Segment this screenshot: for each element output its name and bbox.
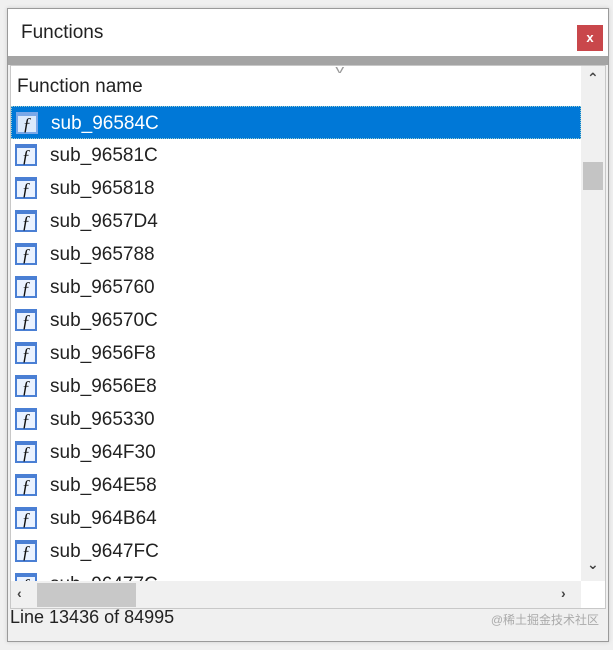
list-item[interactable]: ƒ sub_9657D4 [11, 205, 581, 238]
list-item[interactable]: ƒ sub_965788 [11, 238, 581, 271]
function-icon: ƒ [15, 540, 37, 562]
function-name: sub_9647FC [50, 541, 159, 562]
function-icon: ƒ [15, 177, 37, 199]
function-name: sub_965818 [50, 178, 155, 199]
function-list[interactable]: v Function name ƒ sub_96584C ƒ sub_96581C ƒ s… [10, 65, 606, 609]
close-button[interactable]: x [577, 25, 603, 51]
scroll-down-icon[interactable]: ⌄ [587, 556, 599, 573]
list-item[interactable]: ƒ sub_964F30 [11, 436, 581, 469]
function-icon: ƒ [15, 507, 37, 529]
scroll-right-icon[interactable]: › [561, 585, 566, 601]
function-icon: ƒ [15, 573, 37, 581]
list-item[interactable]: ƒ sub_9647FC [11, 535, 581, 568]
function-icon: ƒ [15, 243, 37, 265]
list-item[interactable]: ƒ sub_964B64 [11, 502, 581, 535]
function-icon: ƒ [15, 309, 37, 331]
function-name: sub_964B64 [50, 508, 157, 529]
function-icon: ƒ [15, 408, 37, 430]
function-name: sub_9656F8 [50, 343, 156, 364]
list-item[interactable]: ƒ sub_96570C [11, 304, 581, 337]
function-name: sub_964F30 [50, 442, 156, 463]
column-header-function-name[interactable]: Function name [17, 76, 143, 98]
title-bar: Functions x [8, 9, 608, 56]
function-icon: ƒ [15, 276, 37, 298]
list-item[interactable]: ƒ sub_96477C [11, 568, 581, 581]
list-item[interactable]: ƒ sub_965818 [11, 172, 581, 205]
functions-window: Functions x v Function name ƒ sub_96584C ƒ… [7, 8, 609, 642]
sort-chevron-icon[interactable]: v [335, 66, 344, 76]
horizontal-scroll-thumb[interactable] [37, 583, 136, 607]
list-item[interactable]: ƒ sub_9656E8 [11, 370, 581, 403]
list-item[interactable]: ƒ sub_964E58 [11, 469, 581, 502]
function-icon: ƒ [15, 210, 37, 232]
scroll-left-icon[interactable]: ‹ [17, 585, 22, 601]
list-item[interactable]: ƒ sub_9656F8 [11, 337, 581, 370]
status-line: Line 13436 of 84995 [10, 607, 175, 627]
function-name: sub_965330 [50, 409, 155, 430]
vertical-scroll-thumb[interactable] [583, 162, 603, 190]
list-item[interactable]: ƒ sub_965330 [11, 403, 581, 436]
function-icon: ƒ [15, 441, 37, 463]
scroll-up-icon[interactable]: ⌃ [587, 70, 599, 87]
function-name: sub_964E58 [50, 475, 157, 496]
watermark: @稀土掘金技术社区 [490, 613, 599, 627]
function-icon: ƒ [15, 144, 37, 166]
function-name: sub_965760 [50, 277, 155, 298]
function-name: sub_96584C [51, 113, 159, 134]
list-item[interactable]: ƒ sub_96584C [11, 106, 581, 139]
horizontal-scrollbar[interactable]: ‹ › [11, 581, 581, 608]
divider [8, 56, 608, 65]
function-icon: ƒ [15, 375, 37, 397]
function-name: sub_9656E8 [50, 376, 157, 397]
function-icon: ƒ [16, 112, 38, 134]
list-item[interactable]: ƒ sub_96581C [11, 139, 581, 172]
list-item[interactable]: ƒ sub_965760 [11, 271, 581, 304]
list-rows: ƒ sub_96584C ƒ sub_96581C ƒ sub_965818 ƒ sub_96… [11, 106, 581, 581]
function-name: sub_96570C [50, 310, 158, 331]
function-name: sub_96581C [50, 145, 158, 166]
function-name: sub_965788 [50, 244, 155, 265]
function-name: sub_96477C [50, 574, 158, 581]
function-icon: ƒ [15, 474, 37, 496]
function-icon: ƒ [15, 342, 37, 364]
function-name: sub_9657D4 [50, 211, 158, 232]
vertical-scrollbar[interactable]: ⌃ ⌄ [581, 66, 605, 581]
window-title: Functions [21, 22, 104, 43]
